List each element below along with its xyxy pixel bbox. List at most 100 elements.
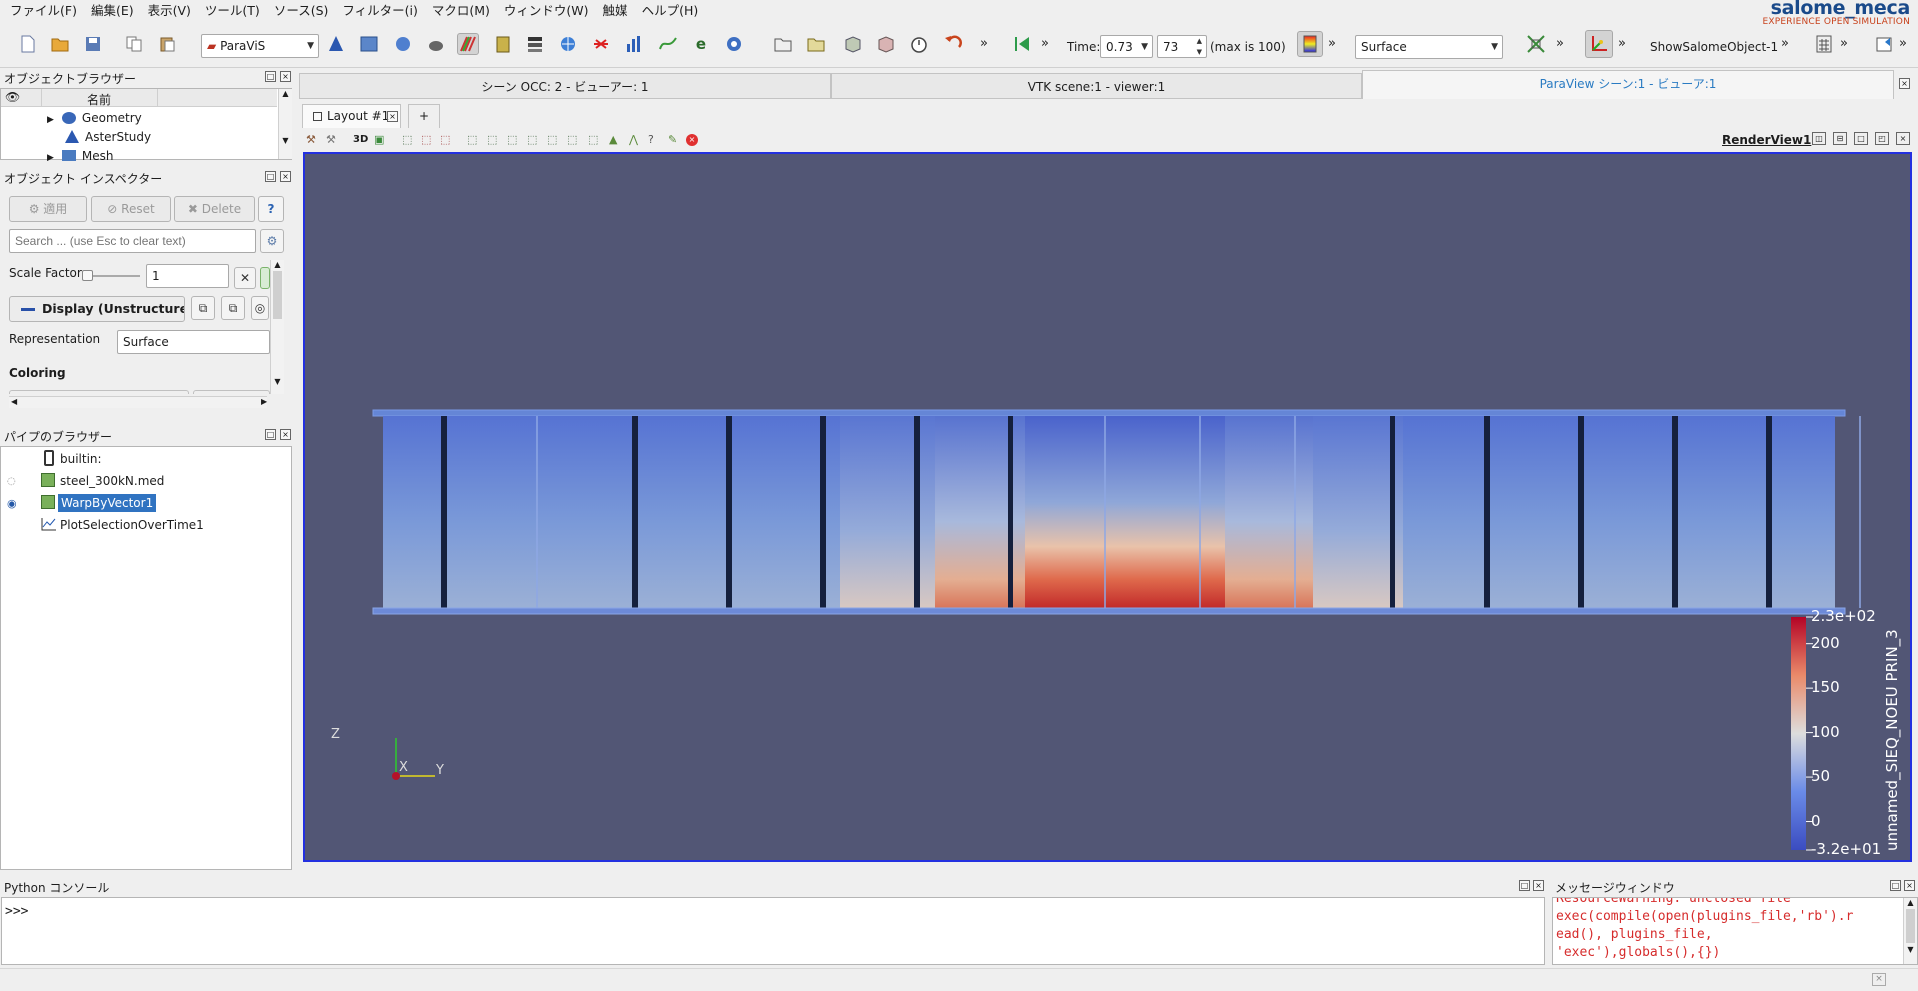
tree-item-mesh[interactable]: ▶ Mesh [47,147,114,161]
float-icon[interactable]: □ [265,171,276,182]
pipeline-item-plot[interactable]: PlotSelectionOverTime1 [60,516,204,534]
display-section-toggle[interactable]: Display (UnstructuredG [9,296,185,322]
coloring-field-partial[interactable] [9,390,189,394]
menu-edit[interactable]: 編集(E) [84,0,141,22]
copy-icon[interactable] [123,33,145,55]
copy-properties-icon[interactable]: ⧉ [191,296,215,320]
expand-arrow-icon[interactable]: ▶ [47,115,54,125]
pipeline-item-warp[interactable]: WarpByVector1 [58,494,157,512]
restore-defaults-icon[interactable]: ◎ [251,296,269,320]
menu-tools[interactable]: ツール(T) [198,0,267,22]
bar-chart-icon[interactable] [623,33,645,55]
jobmanager-icon[interactable] [492,33,514,55]
edit-selection-icon[interactable]: ✎ [668,133,677,146]
select-points-icon[interactable]: ⬚ [421,133,431,146]
plot-selection-icon[interactable]: ⋀ [629,133,638,146]
split-horizontal-icon[interactable]: ⚒ [306,133,316,146]
scale-factor-slider[interactable] [82,270,140,281]
toolbar-overflow-icon[interactable]: » [1840,36,1848,51]
eficas-icon[interactable]: e [690,33,712,55]
menu-sources[interactable]: ソース(S) [267,0,336,22]
toolbar-overflow-icon[interactable]: » [1899,36,1907,51]
toolbar-overflow-icon[interactable]: » [1556,36,1564,51]
plot-curve-icon[interactable] [657,33,679,55]
python-console[interactable]: >>> [1,897,1545,965]
new-document-icon[interactable] [17,33,39,55]
save-icon[interactable] [82,33,104,55]
tab-paraview-scene[interactable]: ParaView シーン:1 - ビューア:1 [1362,70,1894,99]
pipeline-item-med[interactable]: steel_300kN.med [60,472,164,490]
tree-item-asterstudy[interactable]: AsterStudy [65,128,151,146]
menu-help[interactable]: ヘルプ(H) [635,0,706,22]
representation-combo[interactable]: Surface ▼ [1355,35,1503,59]
split-horizontal-view-icon[interactable]: ◫ [1812,132,1826,145]
homard-icon[interactable] [590,33,612,55]
interactive-select-icon[interactable]: ⬚ [487,133,497,146]
float-icon[interactable]: □ [265,71,276,82]
select-cells-icon[interactable]: ⬚ [402,133,412,146]
close-view-icon[interactable]: × [1896,132,1910,145]
globe-icon[interactable] [557,33,579,55]
menu-file[interactable]: ファイル(F) [0,0,84,22]
float-icon[interactable]: □ [265,429,276,440]
menu-window[interactable]: ウィンドウ(W) [497,0,596,22]
toolbar-overflow-icon[interactable]: » [980,36,988,51]
shaper-module-icon[interactable] [425,33,447,55]
select-polygon-icon[interactable]: ⬚ [507,133,517,146]
slider-handle[interactable] [82,270,93,281]
shrink-selection-icon[interactable]: ⬚ [588,133,598,146]
split-vertical-icon[interactable]: ⚒ [326,133,336,146]
mesh-module-icon[interactable] [358,33,380,55]
paste-icon[interactable] [156,33,178,55]
clear-selection-icon[interactable]: × [686,134,698,146]
add-layout-button[interactable]: + [408,104,440,128]
view-mode-3d-button[interactable]: 3D [353,134,368,145]
camera-icon[interactable]: ▣ [374,133,384,146]
close-icon[interactable]: × [280,171,291,182]
python-shell-icon[interactable] [1874,33,1896,55]
close-icon[interactable]: × [280,71,291,82]
coloring-combo-partial[interactable] [193,390,270,394]
toolbar-overflow-icon[interactable]: » [1328,36,1336,51]
close-icon[interactable]: × [280,429,291,440]
split-vertical-view-icon[interactable]: ⊟ [1833,132,1847,145]
pipeline-item-builtin[interactable]: builtin: [60,450,102,468]
float-icon[interactable]: □ [1890,880,1901,891]
restore-view-icon[interactable]: ◰ [1875,132,1889,145]
delete-button[interactable]: ✖ Delete [174,196,255,222]
reset-camera-icon[interactable] [1525,33,1547,55]
undo-icon[interactable] [942,33,964,55]
message-scrollbar[interactable]: ▲ ▼ [1903,898,1917,964]
tab-occ-scene[interactable]: シーン OCC: 2 - ビューアー: 1 [299,73,831,99]
menu-macros[interactable]: マクロ(M) [425,0,497,22]
select-blocks-icon[interactable]: ⬚ [467,133,477,146]
object-browser-scrollbar[interactable]: ▲ ▼ [278,89,292,159]
select-frustum-cells-icon[interactable]: ⬚ [440,133,450,146]
menu-filters[interactable]: フィルター(i) [335,0,424,22]
reset-value-icon[interactable]: ✕ [234,267,256,289]
grow-selection-icon[interactable]: ⬚ [567,133,577,146]
spin-arrows-icon[interactable]: ▲ ▼ [1197,36,1202,58]
layout-tab[interactable]: Layout #1 × [302,104,401,128]
message-window[interactable]: ResourceWarning: unclosed file exec(comp… [1552,897,1918,965]
toolbar-overflow-icon[interactable]: » [1781,36,1789,51]
first-frame-icon[interactable] [1011,33,1033,55]
representation-select[interactable]: Surface [117,330,270,354]
tree-item-geometry[interactable]: ▶ Geometry [47,109,142,127]
maximize-view-icon[interactable]: □ [1854,132,1868,145]
inspector-hscrollbar[interactable]: ◀ ▶ [9,396,267,408]
color-map-editor-icon[interactable] [1297,31,1323,57]
yacs-icon[interactable] [524,33,546,55]
close-icon[interactable]: × [1899,78,1910,89]
save-state-icon[interactable] [842,33,864,55]
macro-label[interactable]: ShowSalomeObject-1 [1650,40,1778,54]
close-icon[interactable]: × [387,111,398,122]
hover-cells-icon[interactable]: ⬚ [547,133,557,146]
geometry-module-icon[interactable] [392,33,414,55]
menu-catalyst[interactable]: 触媒 [596,0,635,22]
open-folder-icon[interactable] [49,33,71,55]
load-state-icon[interactable] [805,33,827,55]
reset-button[interactable]: ⊘ Reset [91,196,171,222]
scale-factor-input[interactable]: 1 [146,264,229,288]
visibility-eye-icon[interactable]: ◉ [7,497,17,510]
